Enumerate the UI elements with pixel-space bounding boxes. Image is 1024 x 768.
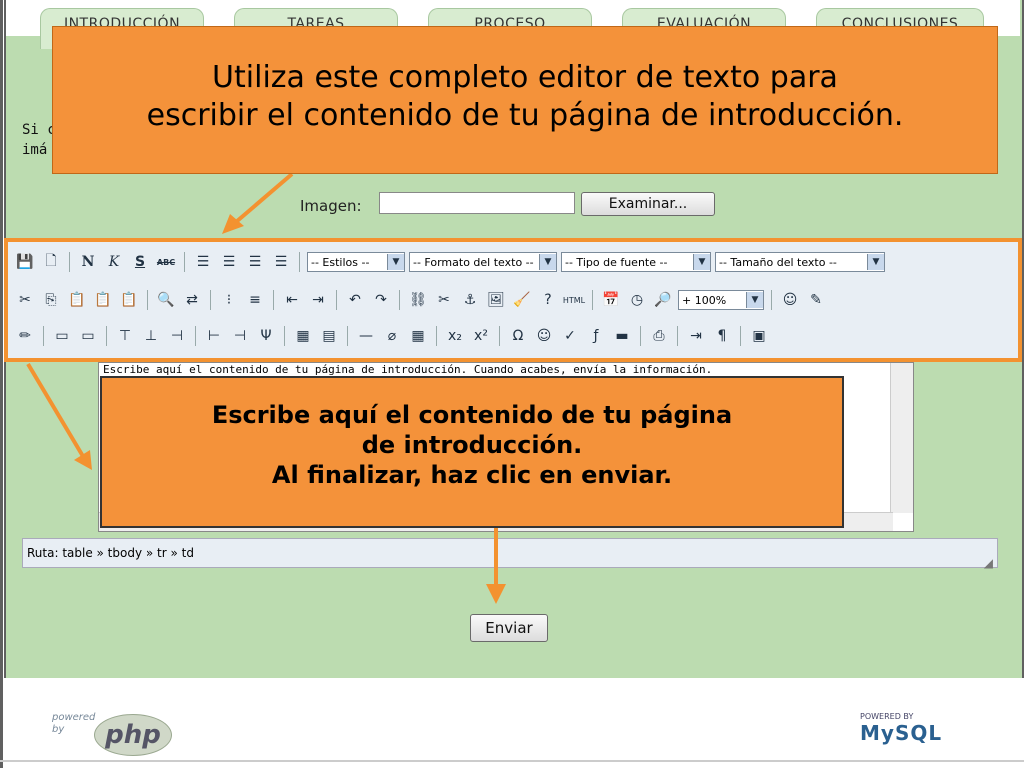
php-wordmark: php [105, 720, 161, 750]
footer-line [0, 760, 1024, 762]
callout-write-here: Escribe aquí el contenido de tu página d… [100, 376, 844, 528]
callout-line: de introducción. [361, 431, 583, 459]
mysql-wordmark: MySQL [860, 721, 943, 745]
mysql-logo: POWERED BY MySQL [860, 712, 960, 756]
php-oval: php [94, 714, 172, 756]
php-powered-text: powered by [52, 712, 96, 735]
mysql-powered-text: POWERED BY [860, 712, 914, 721]
callout-line: Utiliza este completo editor de texto pa… [212, 60, 838, 95]
callout-line: escribir el contenido de tu página de in… [146, 98, 904, 133]
callout-line: Escribe aquí el contenido de tu página [211, 401, 733, 429]
arrow-to-editor [26, 362, 86, 460]
callout-editor-info: Utiliza este completo editor de texto pa… [52, 26, 998, 174]
arrowhead-enviar [486, 584, 506, 604]
page: INTRODUCCIÓN TAREAS PROCESO EVALUACIÓN C… [0, 0, 1024, 768]
arrow-to-toolbar [234, 172, 294, 224]
callout-line: Al finalizar, haz clic en enviar. [271, 461, 673, 489]
